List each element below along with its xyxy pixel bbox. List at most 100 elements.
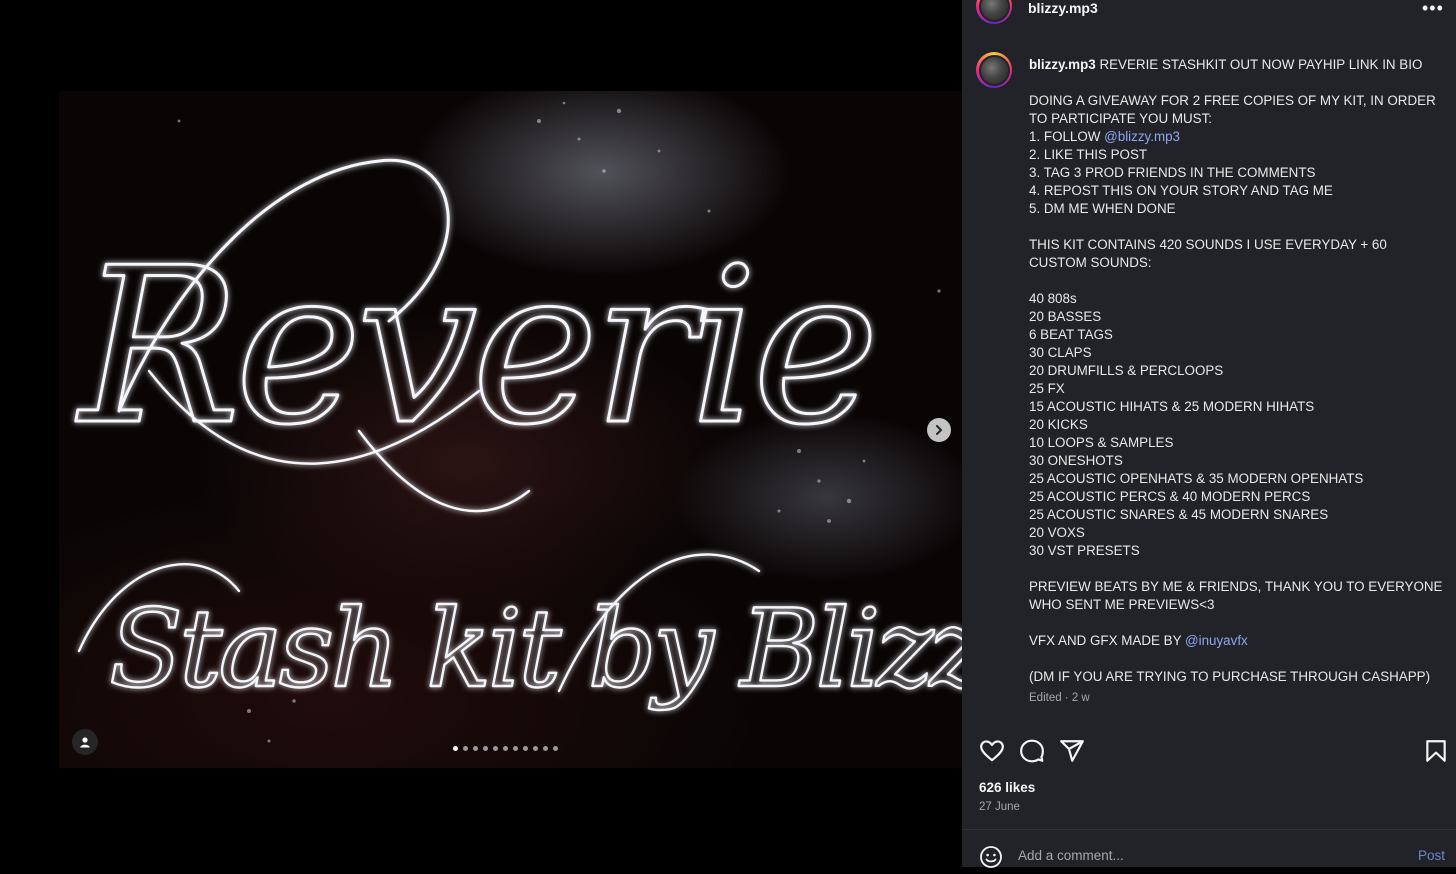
caption-line: 25 ACOUSTIC SNARES & 45 MODERN SNARES: [1029, 506, 1447, 524]
mention-link[interactable]: @blizzy.mp3: [1104, 129, 1180, 144]
caption-line: 15 ACOUSTIC HIHATS & 25 MODERN HIHATS: [1029, 398, 1447, 416]
smiley-icon: [980, 846, 1002, 868]
caption-text: 25 ACOUSTIC SNARES & 45 MODERN SNARES: [1029, 507, 1329, 522]
caption-text: DOING A GIVEAWAY FOR 2 FREE COPIES OF MY…: [1029, 93, 1440, 126]
caption-avatar[interactable]: [976, 52, 1012, 88]
caption-line: 4. REPOST THIS ON YOUR STORY AND TAG ME: [1029, 182, 1447, 200]
caption-username[interactable]: blizzy.mp3: [1029, 57, 1096, 72]
caption-line: 25 ACOUSTIC PERCS & 40 MODERN PERCS: [1029, 488, 1447, 506]
caption-text: 20 VOXS: [1029, 525, 1085, 540]
comment-bar: Post: [962, 829, 1456, 868]
caption-text: 30 CLAPS: [1029, 345, 1092, 360]
caption-line: 20 VOXS: [1029, 524, 1447, 542]
comment-button[interactable]: [1019, 738, 1045, 764]
carousel-dot: [513, 746, 518, 751]
share-button[interactable]: [1059, 738, 1085, 764]
caption-text: 25 ACOUSTIC PERCS & 40 MODERN PERCS: [1029, 489, 1311, 504]
mention-link[interactable]: @inuyavfx: [1185, 633, 1248, 648]
media-pane: Reverie Stash kit by Blizzy: [0, 0, 962, 867]
carousel-dot: [503, 746, 508, 751]
caption-line: DOING A GIVEAWAY FOR 2 FREE COPIES OF MY…: [1029, 92, 1447, 128]
carousel-indicator: [453, 746, 558, 754]
caption-text: REVERIE STASHKIT OUT NOW PAYHIP LINK IN …: [1095, 57, 1423, 72]
caption-text: 1. FOLLOW: [1029, 129, 1105, 144]
caption-line: 6 BEAT TAGS: [1029, 326, 1447, 344]
caption-text: PREVIEW BEATS BY ME & FRIENDS, THANK YOU…: [1029, 579, 1447, 612]
caption-text: 6 BEAT TAGS: [1029, 327, 1113, 342]
save-button[interactable]: [1423, 738, 1449, 764]
caption-text: 20 DRUMFILLS & PERCLOOPS: [1029, 363, 1224, 378]
person-icon: [80, 737, 90, 748]
post-caption: blizzy.mp3 REVERIE STASHKIT OUT NOW PAYH…: [1029, 56, 1447, 686]
post-side-panel: blizzy.mp3 ••• blizzy.mp3 REVERIE STASHK…: [962, 0, 1456, 868]
artwork-title-text: Reverie: [75, 221, 874, 472]
caption-line: (DM IF YOU ARE TRYING TO PURCHASE THROUG…: [1029, 668, 1447, 686]
next-image-button[interactable]: [927, 418, 951, 442]
caption-line: 20 KICKS: [1029, 416, 1447, 434]
caption-line: 20 BASSES: [1029, 308, 1447, 326]
caption-line: 30 CLAPS: [1029, 344, 1447, 362]
caption-text: 30 VST PRESETS: [1029, 543, 1140, 558]
caption-text: THIS KIT CONTAINS 420 SOUNDS I USE EVERY…: [1029, 237, 1391, 270]
carousel-dot: [453, 746, 458, 751]
artwork-subtitle-text: Stash kit by Blizzy: [109, 587, 962, 712]
caption-line: 30 ONESHOTS: [1029, 452, 1447, 470]
likes-count[interactable]: 626 likes: [979, 780, 1035, 795]
paper-plane-icon: [1060, 740, 1084, 762]
post-image[interactable]: Reverie Stash kit by Blizzy: [59, 91, 962, 768]
caption-text: 5. DM ME WHEN DONE: [1029, 201, 1176, 216]
caption-line: 3. TAG 3 PROD FRIENDS IN THE COMMENTS: [1029, 164, 1447, 182]
emoji-button[interactable]: [979, 845, 1003, 874]
carousel-dot: [493, 746, 498, 751]
caption-line: 2. LIKE THIS POST: [1029, 146, 1447, 164]
carousel-dot: [483, 746, 488, 751]
header-username[interactable]: blizzy.mp3: [1028, 0, 1098, 16]
tagged-users-button[interactable]: [72, 729, 98, 755]
avatar[interactable]: [976, 0, 1012, 24]
chevron-right-icon: [936, 425, 943, 435]
caption-text: VFX AND GFX MADE BY: [1029, 633, 1186, 648]
more-options-button[interactable]: •••: [1422, 0, 1444, 19]
caption-text: 4. REPOST THIS ON YOUR STORY AND TAG ME: [1029, 183, 1333, 198]
caption-text: 15 ACOUSTIC HIHATS & 25 MODERN HIHATS: [1029, 399, 1315, 414]
caption-line: 25 ACOUSTIC OPENHATS & 35 MODERN OPENHAT…: [1029, 470, 1447, 488]
caption-text: 10 LOOPS & SAMPLES: [1029, 435, 1174, 450]
caption-line: 40 808s: [1029, 290, 1447, 308]
comment-input[interactable]: [1018, 846, 1398, 864]
caption-line: 30 VST PRESETS: [1029, 542, 1447, 560]
caption-line: 10 LOOPS & SAMPLES: [1029, 434, 1447, 452]
caption-text: 25 ACOUSTIC OPENHATS & 35 MODERN OPENHAT…: [1029, 471, 1364, 486]
speech-bubble-icon: [1020, 739, 1044, 763]
carousel-dot: [523, 746, 528, 751]
caption-text: 2. LIKE THIS POST: [1029, 147, 1148, 162]
carousel-dot: [473, 746, 478, 751]
reverie-artwork: Reverie Stash kit by Blizzy: [74, 101, 962, 743]
caption-text: 20 KICKS: [1029, 417, 1088, 432]
caption-text: 25 FX: [1029, 381, 1065, 396]
carousel-dot: [543, 746, 548, 751]
edited-timestamp: Edited · 2 w: [1029, 692, 1090, 704]
post-comment-button[interactable]: Post: [1418, 848, 1445, 863]
caption-text: 30 ONESHOTS: [1029, 453, 1123, 468]
bookmark-icon: [1426, 740, 1446, 762]
caption-text: 40 808s: [1029, 291, 1077, 306]
post-date: 27 June: [979, 801, 1020, 813]
caption-line: 25 FX: [1029, 380, 1447, 398]
caption-line: 5. DM ME WHEN DONE: [1029, 200, 1447, 218]
carousel-dot: [463, 746, 468, 751]
caption-text: 20 BASSES: [1029, 309, 1102, 324]
caption-text: 3. TAG 3 PROD FRIENDS IN THE COMMENTS: [1029, 165, 1316, 180]
like-button[interactable]: [979, 738, 1005, 764]
caption-line: PREVIEW BEATS BY ME & FRIENDS, THANK YOU…: [1029, 578, 1447, 614]
caption-line: blizzy.mp3 REVERIE STASHKIT OUT NOW PAYH…: [1029, 56, 1447, 74]
carousel-dot: [553, 746, 558, 751]
heart-icon: [980, 740, 1004, 762]
caption-line: 20 DRUMFILLS & PERCLOOPS: [1029, 362, 1447, 380]
caption-text: (DM IF YOU ARE TRYING TO PURCHASE THROUG…: [1029, 669, 1431, 684]
